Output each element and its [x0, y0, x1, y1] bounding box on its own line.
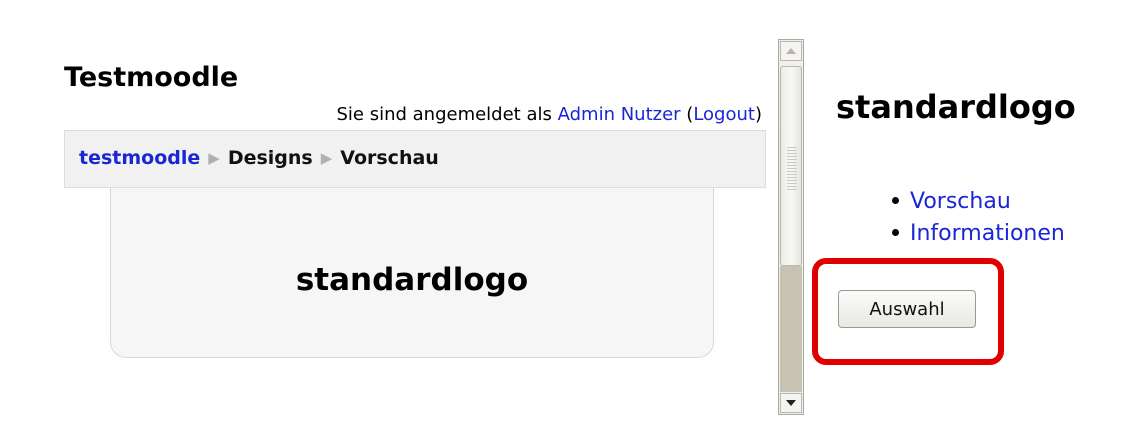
preview-link[interactable]: Vorschau — [910, 189, 1011, 214]
theme-name-heading: standardlogo — [836, 88, 1076, 126]
list-item: Informationen — [892, 218, 1065, 250]
scrollbar-track[interactable] — [780, 266, 802, 392]
scroll-up-button[interactable] — [780, 41, 802, 61]
vertical-scrollbar[interactable] — [778, 39, 804, 415]
grip-icon — [787, 147, 797, 191]
breadcrumb-item-designs[interactable]: Designs — [228, 147, 313, 169]
breadcrumb: testmoodle ▶ Designs ▶ Vorschau — [79, 147, 439, 169]
select-theme-button[interactable]: Auswahl — [838, 290, 976, 328]
arrow-down-icon — [786, 400, 796, 406]
preview-content-box: standardlogo — [110, 188, 714, 358]
navbar: testmoodle ▶ Designs ▶ Vorschau — [64, 130, 766, 188]
breadcrumb-separator-icon: ▶ — [208, 149, 220, 167]
site-title: Testmoodle — [64, 62, 239, 93]
theme-preview-pane: Testmoodle Sie sind angemeldet als Admin… — [0, 8, 768, 413]
scrollbar-thumb[interactable] — [780, 66, 802, 266]
breadcrumb-home-link[interactable]: testmoodle — [79, 147, 200, 169]
user-profile-link[interactable]: Admin Nutzer — [558, 104, 681, 125]
breadcrumb-item-current: Vorschau — [340, 147, 439, 169]
list-item: Vorschau — [892, 186, 1065, 218]
breadcrumb-separator-icon: ▶ — [320, 149, 333, 167]
login-info: Sie sind angemeldet als Admin Nutzer (Lo… — [336, 104, 762, 125]
login-prefix: Sie sind angemeldet als — [336, 104, 552, 125]
scroll-down-button[interactable] — [780, 393, 802, 413]
information-link[interactable]: Informationen — [910, 221, 1065, 246]
paren-close: ) — [754, 104, 762, 125]
arrow-up-icon — [786, 48, 796, 54]
theme-details-pane: standardlogo Vorschau Informationen Ausw… — [806, 8, 1124, 413]
logout-link[interactable]: Logout — [693, 104, 755, 125]
theme-links-list: Vorschau Informationen — [892, 186, 1065, 250]
preview-logo-text: standardlogo — [295, 262, 529, 298]
